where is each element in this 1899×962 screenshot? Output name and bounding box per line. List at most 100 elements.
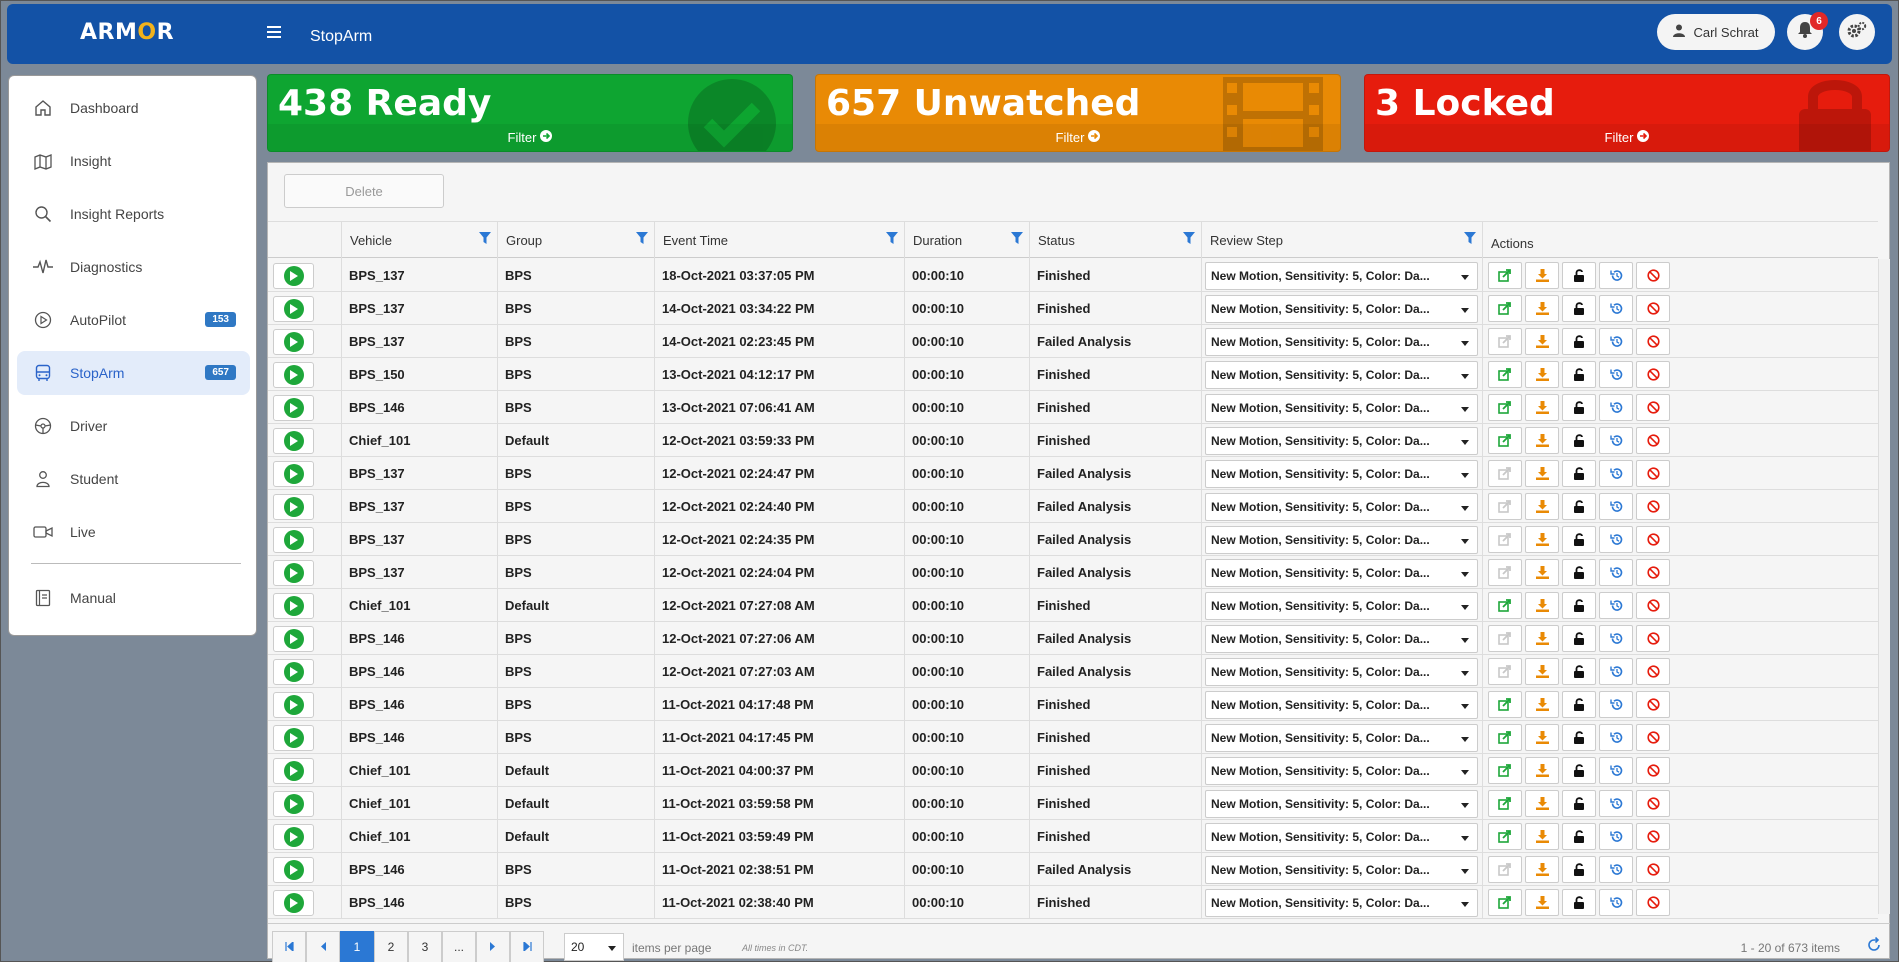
sidebar-item-autopilot[interactable]: AutoPilot 153 [17, 298, 250, 342]
page-2-button[interactable]: 2 [374, 931, 408, 962]
share-button[interactable] [1488, 328, 1522, 355]
download-button[interactable] [1525, 790, 1559, 817]
review-step-select[interactable]: New Motion, Sensitivity: 5, Color: Da... [1205, 724, 1478, 752]
lock-toggle-button[interactable] [1562, 328, 1596, 355]
delete-button[interactable]: Delete [284, 174, 444, 208]
lock-toggle-button[interactable] [1562, 526, 1596, 553]
history-button[interactable] [1599, 295, 1633, 322]
ignore-button[interactable] [1636, 757, 1670, 784]
review-step-select[interactable]: New Motion, Sensitivity: 5, Color: Da... [1205, 394, 1478, 422]
ignore-button[interactable] [1636, 856, 1670, 883]
lock-toggle-button[interactable] [1562, 394, 1596, 421]
history-button[interactable] [1599, 757, 1633, 784]
download-button[interactable] [1525, 823, 1559, 850]
download-button[interactable] [1525, 856, 1559, 883]
share-button[interactable] [1488, 658, 1522, 685]
download-button[interactable] [1525, 658, 1559, 685]
first-page-button[interactable] [272, 931, 306, 962]
settings-button[interactable] [1839, 14, 1875, 50]
page-1-button[interactable]: 1 [340, 931, 374, 962]
header-group[interactable]: Group [497, 222, 654, 259]
play-button[interactable] [273, 593, 314, 619]
play-button[interactable] [273, 857, 314, 883]
play-button[interactable] [273, 494, 314, 520]
lock-toggle-button[interactable] [1562, 757, 1596, 784]
play-button[interactable] [273, 890, 314, 916]
sidebar-item-manual[interactable]: Manual [17, 576, 250, 620]
play-button[interactable] [273, 263, 314, 289]
share-button[interactable] [1488, 625, 1522, 652]
history-button[interactable] [1599, 592, 1633, 619]
share-button[interactable] [1488, 460, 1522, 487]
play-button[interactable] [273, 791, 314, 817]
lock-toggle-button[interactable] [1562, 361, 1596, 388]
review-step-select[interactable]: New Motion, Sensitivity: 5, Color: Da... [1205, 592, 1478, 620]
download-button[interactable] [1525, 889, 1559, 916]
play-button[interactable] [273, 329, 314, 355]
logo[interactable]: ARMOR [80, 20, 174, 45]
lock-toggle-button[interactable] [1562, 262, 1596, 289]
lock-toggle-button[interactable] [1562, 658, 1596, 685]
lock-toggle-button[interactable] [1562, 295, 1596, 322]
lock-toggle-button[interactable] [1562, 625, 1596, 652]
lock-toggle-button[interactable] [1562, 559, 1596, 586]
review-step-select[interactable]: New Motion, Sensitivity: 5, Color: Da... [1205, 295, 1478, 323]
ignore-button[interactable] [1636, 295, 1670, 322]
share-button[interactable] [1488, 592, 1522, 619]
sidebar-item-insight[interactable]: Insight [17, 139, 250, 183]
more-pages-button[interactable]: ... [442, 931, 476, 962]
lock-toggle-button[interactable] [1562, 790, 1596, 817]
review-step-select[interactable]: New Motion, Sensitivity: 5, Color: Da... [1205, 691, 1478, 719]
download-button[interactable] [1525, 493, 1559, 520]
ignore-button[interactable] [1636, 658, 1670, 685]
share-button[interactable] [1488, 724, 1522, 751]
ignore-button[interactable] [1636, 592, 1670, 619]
review-step-select[interactable]: New Motion, Sensitivity: 5, Color: Da... [1205, 427, 1478, 455]
user-menu-button[interactable]: Carl Schrat [1657, 14, 1775, 50]
play-button[interactable] [273, 296, 314, 322]
header-review-step[interactable]: Review Step [1201, 222, 1482, 259]
lock-toggle-button[interactable] [1562, 460, 1596, 487]
review-step-select[interactable]: New Motion, Sensitivity: 5, Color: Da... [1205, 361, 1478, 389]
download-button[interactable] [1525, 361, 1559, 388]
header-status[interactable]: Status [1029, 222, 1201, 259]
last-page-button[interactable] [510, 931, 544, 962]
sidebar-item-stoparm[interactable]: StopArm 657 [17, 351, 250, 395]
history-button[interactable] [1599, 361, 1633, 388]
history-button[interactable] [1599, 658, 1633, 685]
ignore-button[interactable] [1636, 361, 1670, 388]
history-button[interactable] [1599, 559, 1633, 586]
share-button[interactable] [1488, 361, 1522, 388]
lock-toggle-button[interactable] [1562, 823, 1596, 850]
sidebar-item-diagnostics[interactable]: Diagnostics [17, 245, 250, 289]
history-button[interactable] [1599, 889, 1633, 916]
ignore-button[interactable] [1636, 724, 1670, 751]
play-button[interactable] [273, 428, 314, 454]
history-button[interactable] [1599, 724, 1633, 751]
review-step-select[interactable]: New Motion, Sensitivity: 5, Color: Da... [1205, 493, 1478, 521]
share-button[interactable] [1488, 691, 1522, 718]
review-step-select[interactable]: New Motion, Sensitivity: 5, Color: Da... [1205, 526, 1478, 554]
lock-toggle-button[interactable] [1562, 427, 1596, 454]
play-button[interactable] [273, 395, 314, 421]
sidebar-item-student[interactable]: Student [17, 457, 250, 501]
menu-toggle-icon[interactable] [267, 26, 281, 38]
share-button[interactable] [1488, 856, 1522, 883]
prev-page-button[interactable] [306, 931, 340, 962]
download-button[interactable] [1525, 262, 1559, 289]
download-button[interactable] [1525, 394, 1559, 421]
review-step-select[interactable]: New Motion, Sensitivity: 5, Color: Da... [1205, 790, 1478, 818]
review-step-select[interactable]: New Motion, Sensitivity: 5, Color: Da... [1205, 559, 1478, 587]
history-button[interactable] [1599, 262, 1633, 289]
next-page-button[interactable] [476, 931, 510, 962]
ignore-button[interactable] [1636, 823, 1670, 850]
share-button[interactable] [1488, 889, 1522, 916]
share-button[interactable] [1488, 427, 1522, 454]
locked-filter-link[interactable]: Filter [1365, 124, 1889, 151]
unwatched-filter-link[interactable]: Filter [816, 124, 1340, 151]
share-button[interactable] [1488, 295, 1522, 322]
sidebar-item-insight-reports[interactable]: Insight Reports [17, 192, 250, 236]
lock-toggle-button[interactable] [1562, 856, 1596, 883]
ignore-button[interactable] [1636, 559, 1670, 586]
ignore-button[interactable] [1636, 460, 1670, 487]
